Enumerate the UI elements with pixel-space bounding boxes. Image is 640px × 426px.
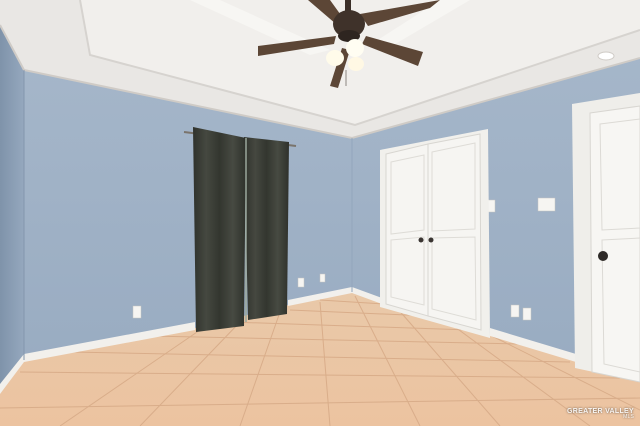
closet-double-door xyxy=(380,129,490,338)
curtain-right xyxy=(244,137,289,320)
wall-outlet xyxy=(132,305,142,319)
curtain-left xyxy=(193,127,246,332)
room-photo xyxy=(0,0,640,426)
smoke-detector xyxy=(597,51,615,61)
door-knob xyxy=(598,251,608,261)
door-knob xyxy=(418,237,424,243)
left-wall xyxy=(0,25,24,390)
watermark-line-2: MLS xyxy=(623,414,634,420)
wall-outlet xyxy=(319,273,326,283)
watermark: GREATER VALLEY MLS xyxy=(567,408,634,420)
light-switch xyxy=(487,199,496,213)
wall-outlet xyxy=(510,304,520,318)
light-switch xyxy=(537,197,556,212)
door-knob xyxy=(428,237,434,243)
wall-outlet xyxy=(522,307,532,321)
wall-outlet xyxy=(297,277,305,288)
bedroom-door xyxy=(572,93,640,383)
